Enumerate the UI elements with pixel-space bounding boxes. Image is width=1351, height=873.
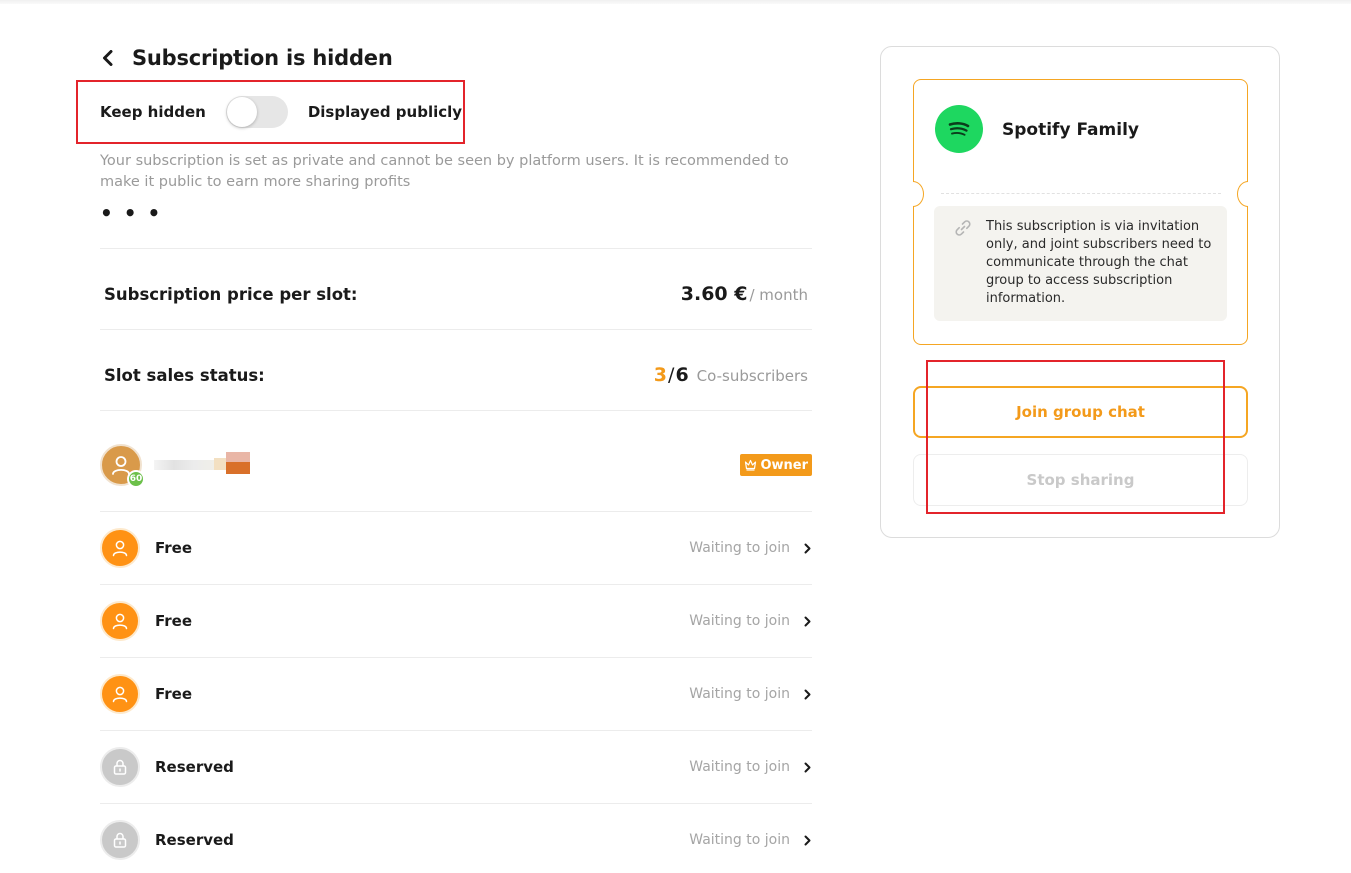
chevron-right-icon [802,833,812,847]
visibility-description: Your subscription is set as private and … [100,153,789,190]
visibility-toggle[interactable] [225,96,288,128]
slot-status: Waiting to join [689,832,790,848]
back-button[interactable] [98,44,118,72]
reserved-slot-avatar [100,820,140,860]
buttons-highlight-box [926,360,1225,514]
slot-status-row: Slot sales status: 3 / 6 Co-subscribers [104,355,808,395]
slot-row[interactable]: Free Waiting to join [100,527,812,569]
top-shadow-bar [0,0,1351,4]
plan-ticket: Spotify Family This subscription is via … [913,79,1248,345]
free-slot-avatar [100,674,140,714]
slot-status: Waiting to join [689,759,790,775]
slot-status: Waiting to join [689,686,790,702]
divider [100,803,812,804]
slot-status: Waiting to join [689,540,790,556]
crown-icon [745,459,757,471]
divider [100,584,812,585]
chevron-right-icon [802,541,812,555]
ticket-notch-right [1237,181,1248,207]
keep-hidden-label: Keep hidden [100,103,206,121]
slots-total: 6 [675,364,689,386]
slot-row[interactable]: Free Waiting to join [100,673,812,715]
price-row: Subscription price per slot: 3.60 € / mo… [104,274,808,314]
link-icon [955,220,971,236]
blurred-username [154,452,250,474]
slot-label: Free [155,685,193,703]
ticket-notch-left [913,181,924,207]
owner-badge: Owner [740,454,812,476]
lock-icon [113,759,127,775]
slots-sold: 3 [653,364,668,386]
divider [100,730,812,731]
displayed-publicly-label: Displayed publicly [307,103,463,121]
page-header: Subscription is hidden [98,44,393,72]
lock-icon [113,832,127,848]
ticket-divider [941,193,1221,194]
spotify-logo-icon [935,105,983,153]
slot-status: Waiting to join [689,613,790,629]
price-value: 3.60 € / month [681,283,808,305]
page-title: Subscription is hidden [132,46,393,70]
price-label: Subscription price per slot: [104,284,358,304]
more-options-button[interactable]: • • • [100,203,162,223]
price-amount: 3.60 € [680,283,748,305]
slot-row[interactable]: Free Waiting to join [100,600,812,642]
level-badge: 60 [127,470,145,488]
chevron-right-icon [802,687,812,701]
owner-row: 60 Owner [100,440,812,490]
slots-separator: / [668,364,675,386]
chevron-left-icon [103,50,113,66]
invitation-note: This subscription is via invitation only… [934,206,1227,321]
toggle-knob [226,97,257,127]
free-slot-avatar [100,601,140,641]
divider [100,329,812,330]
plan-name: Spotify Family [1002,120,1139,140]
divider [100,657,812,658]
user-icon [112,613,128,630]
slot-row[interactable]: Reserved Waiting to join [100,819,812,861]
slot-status-value: 3 / 6 Co-subscribers [654,364,808,386]
slot-label: Free [155,539,193,557]
slot-status-label: Slot sales status: [104,365,265,385]
user-icon [112,540,128,557]
slot-label: Free [155,612,193,630]
owner-badge-label: Owner [760,457,808,473]
slot-label: Reserved [155,758,234,776]
divider [100,248,812,249]
slot-row[interactable]: Reserved Waiting to join [100,746,812,788]
co-subscribers-label: Co-subscribers [696,367,808,385]
divider [100,511,812,512]
reserved-slot-avatar [100,747,140,787]
slot-label: Reserved [155,831,234,849]
divider [100,410,812,411]
invitation-note-text: This subscription is via invitation only… [986,219,1212,306]
free-slot-avatar [100,528,140,568]
chevron-right-icon [802,760,812,774]
visibility-toggle-row: Keep hidden Displayed publicly [100,96,462,128]
chevron-right-icon [802,614,812,628]
price-unit: / month [749,286,808,304]
user-icon [112,686,128,703]
